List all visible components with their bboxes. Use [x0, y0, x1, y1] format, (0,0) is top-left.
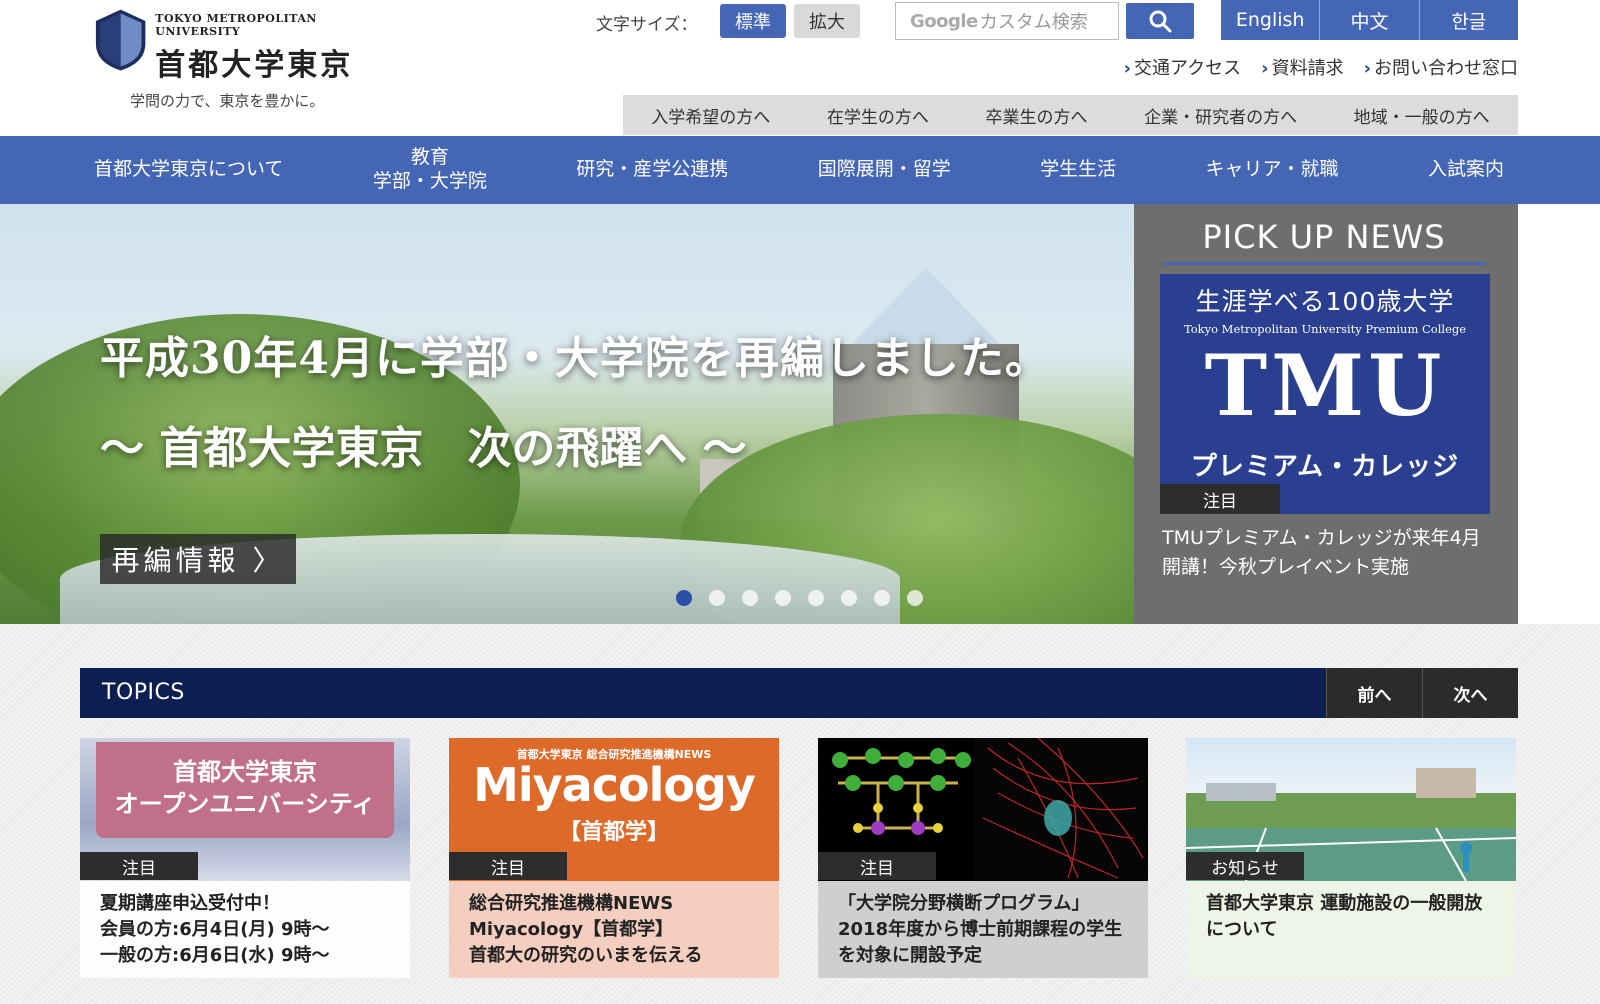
google-mark: Google — [910, 10, 978, 32]
audience-alumni[interactable]: 卒業生の方へ — [985, 103, 1087, 128]
hero-subtitle: 〜 首都大学東京 次の飛躍へ 〜 — [100, 423, 747, 474]
pickup-card-tmu: TMU — [1204, 336, 1446, 435]
status-badge: 注目 — [818, 852, 936, 880]
chevron-right-icon: › — [1363, 58, 1371, 79]
brochure-request-link[interactable]: › 資料請求 — [1261, 54, 1343, 80]
utility-links: › 交通アクセス › 資料請求 › お問い合わせ窓口 — [1124, 54, 1518, 80]
audience-students[interactable]: 在学生の方へ — [827, 103, 929, 128]
status-badge: 注目 — [1160, 484, 1280, 514]
font-size-standard-button[interactable]: 標準 — [720, 4, 786, 38]
carousel-dot[interactable] — [742, 590, 758, 606]
nav-education-line1: 教育 — [410, 146, 449, 169]
topic-card-text: 「大学院分野横断プログラム」2018年度から博士前期課程の学生を対象に開設予定 — [818, 881, 1148, 978]
open-university-line1: 首都大学東京 — [173, 758, 317, 786]
open-university-banner: 首都大学東京 オープンユニバーシティ — [96, 742, 394, 838]
shield-logo-icon — [95, 9, 146, 71]
carousel-dots — [676, 590, 923, 606]
search-input[interactable]: Google カスタム検索 — [895, 2, 1119, 40]
carousel-dot[interactable] — [874, 590, 890, 606]
search-button[interactable] — [1126, 3, 1194, 39]
pickup-card-premium-college: プレミアム・カレッジ — [1190, 452, 1460, 482]
topics-header: TOPICS 前へ 次へ — [80, 668, 1518, 718]
carousel-dot[interactable] — [676, 590, 692, 606]
topic-card-text: 夏期講座申込受付中！ 会員の方:6月4日(月) 9時〜 一般の方:6月6日(水)… — [80, 881, 410, 978]
chevron-right-icon: › — [1123, 58, 1132, 79]
pickup-news-card[interactable]: 生涯学べる100歳大学 Tokyo Metropolitan Universit… — [1160, 274, 1490, 514]
tagline: 学問の力で、東京を豊かに。 — [130, 92, 325, 110]
topic-card[interactable]: 注目 「大学院分野横断プログラム」2018年度から博士前期課程の学生を対象に開設… — [818, 738, 1148, 978]
miyacology-title: Miyacology — [473, 758, 756, 812]
topics-prev-button[interactable]: 前へ — [1326, 668, 1422, 718]
language-switcher: English 中文 한글 — [1221, 0, 1518, 40]
nav-research[interactable]: 研究・産学公連携 — [562, 158, 742, 182]
search-icon — [1149, 10, 1172, 33]
pickup-card-heading: 生涯学べる100歳大学 — [1195, 287, 1455, 316]
topics-next-button[interactable]: 次へ — [1422, 668, 1518, 718]
audience-public[interactable]: 地域・一般の方へ — [1354, 103, 1490, 128]
pickup-news-title: PICK UP NEWS — [1162, 218, 1486, 265]
topics-section: TOPICS 前へ 次へ 首都大学東京 オープンユニバーシティ 注目 夏期講座申… — [0, 624, 1600, 1004]
topic-card-text: 総合研究推進機構NEWS Miyacology【首都学】 首都大の研究のいまを伝… — [449, 881, 779, 978]
chevron-right-icon: › — [1261, 58, 1269, 79]
access-link-label: 交通アクセス — [1134, 58, 1242, 79]
nav-education-line2: 学部・大学院 — [372, 170, 487, 192]
contact-link[interactable]: › お問い合わせ窓口 — [1364, 54, 1518, 80]
nav-international[interactable]: 国際展開・留学 — [804, 158, 965, 182]
contact-link-label: お問い合わせ窓口 — [1374, 58, 1518, 79]
audience-prospective[interactable]: 入学希望の方へ — [651, 103, 770, 128]
font-size-large-button[interactable]: 拡大 — [794, 4, 860, 38]
topics-pager: 前へ 次へ — [1326, 668, 1518, 718]
status-badge: お知らせ — [1186, 852, 1304, 880]
search-placeholder: カスタム検索 — [979, 12, 1088, 33]
status-badge: 注目 — [449, 852, 567, 880]
topic-card[interactable]: 首都大学東京 総合研究推進機構NEWS Miyacology 【首都学】 注目 … — [449, 738, 779, 978]
carousel-dot[interactable] — [709, 590, 725, 606]
topics-title: TOPICS — [102, 680, 185, 705]
open-university-line2: オープンユニバーシティ — [114, 790, 376, 819]
topic-card[interactable]: 首都大学東京 オープンユニバーシティ 注目 夏期講座申込受付中！ 会員の方:6月… — [80, 738, 410, 978]
nav-about[interactable]: 首都大学東京について — [80, 158, 297, 182]
nav-admissions[interactable]: 入試案内 — [1414, 158, 1518, 182]
brochure-link-label: 資料請求 — [1271, 58, 1344, 79]
university-logo[interactable]: TOKYO METROPOLITAN UNIVERSITY 首都大学東京 — [94, 6, 394, 83]
carousel-dot[interactable] — [841, 590, 857, 606]
reorganization-info-button[interactable]: 再編情報 〉 — [100, 534, 296, 584]
carousel-dot[interactable] — [907, 590, 923, 606]
nav-education[interactable]: 教育 学部・大学院 — [359, 146, 501, 194]
hero-carousel[interactable]: 平成30年4月に学部・大学院を再編しました。 〜 首都大学東京 次の飛躍へ 〜 … — [0, 204, 1134, 624]
lang-chinese[interactable]: 中文 — [1320, 0, 1420, 40]
audience-nav: 入学希望の方へ 在学生の方へ 卒業生の方へ 企業・研究者の方へ 地域・一般の方へ — [623, 95, 1518, 135]
hero-title: 平成30年4月に学部・大学院を再編しました。 — [100, 333, 1050, 384]
pickup-news-panel: PICK UP NEWS 生涯学べる100歳大学 Tokyo Metropoli… — [1134, 204, 1518, 624]
logo-english-text: TOKYO METROPOLITAN UNIVERSITY — [155, 12, 317, 38]
status-badge: 注目 — [80, 852, 198, 880]
font-size-label: 文字サイズ： — [596, 15, 698, 35]
topics-card-list: 首都大学東京 オープンユニバーシティ 注目 夏期講座申込受付中！ 会員の方:6月… — [80, 738, 1518, 978]
miyacology-subtitle: 【首都学】 — [558, 820, 669, 845]
carousel-dot[interactable] — [775, 590, 791, 606]
lang-english[interactable]: English — [1221, 0, 1321, 40]
topic-card-text: 首都大学東京 運動施設の一般開放について — [1186, 881, 1516, 978]
carousel-dot[interactable] — [808, 590, 824, 606]
pickup-card-english: Tokyo Metropolitan University Premium Co… — [1183, 322, 1467, 336]
site-header: TOKYO METROPOLITAN UNIVERSITY 首都大学東京 学問の… — [0, 0, 1600, 136]
pickup-news-text[interactable]: TMUプレミアム・カレッジが来年4月開講！今秋プレイベント実施 — [1162, 524, 1498, 581]
nav-student-life[interactable]: 学生生活 — [1026, 158, 1130, 182]
nav-career[interactable]: キャリア・就職 — [1192, 158, 1353, 182]
main-nav: 首都大学東京について 教育 学部・大学院 研究・産学公連携 国際展開・留学 学生… — [0, 136, 1600, 204]
logo-japanese-text: 首都大学東京 — [155, 48, 354, 83]
access-link[interactable]: › 交通アクセス — [1124, 54, 1242, 80]
lang-korean[interactable]: 한글 — [1420, 0, 1518, 40]
audience-business[interactable]: 企業・研究者の方へ — [1144, 103, 1297, 128]
topic-card[interactable]: お知らせ 首都大学東京 運動施設の一般開放について — [1186, 738, 1516, 978]
